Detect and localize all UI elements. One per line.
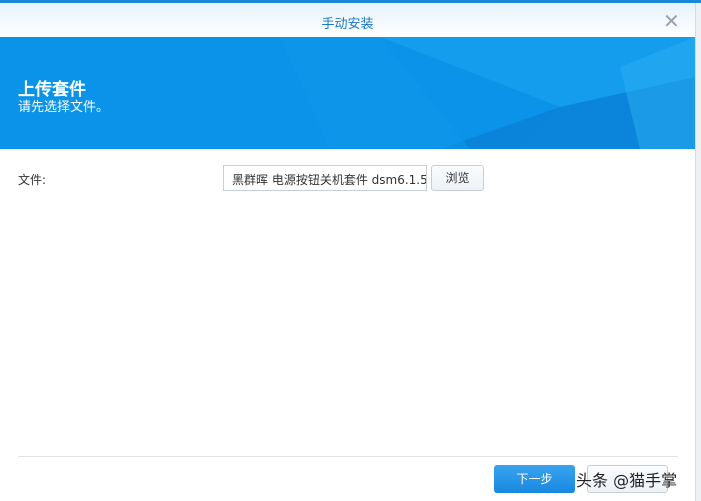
header-banner: 上传套件 请先选择文件。	[0, 37, 695, 149]
background-window-edge	[695, 3, 701, 501]
file-input[interactable]: 黑群晖 电源按钮关机套件 dsm6.1.5	[223, 165, 427, 191]
footer-divider	[18, 456, 678, 457]
browse-button[interactable]: 浏览	[431, 165, 484, 191]
banner-subheading: 请先选择文件。	[18, 100, 110, 115]
next-button[interactable]: 下一步	[494, 465, 575, 493]
watermark: 头条 @猫手掌	[576, 471, 678, 490]
dialog-titlebar: 手动安装 ✕	[0, 3, 695, 37]
banner-polygons	[280, 37, 695, 149]
close-icon[interactable]: ✕	[663, 9, 680, 33]
file-label: 文件:	[18, 173, 47, 187]
dialog-title: 手动安装	[321, 17, 374, 32]
